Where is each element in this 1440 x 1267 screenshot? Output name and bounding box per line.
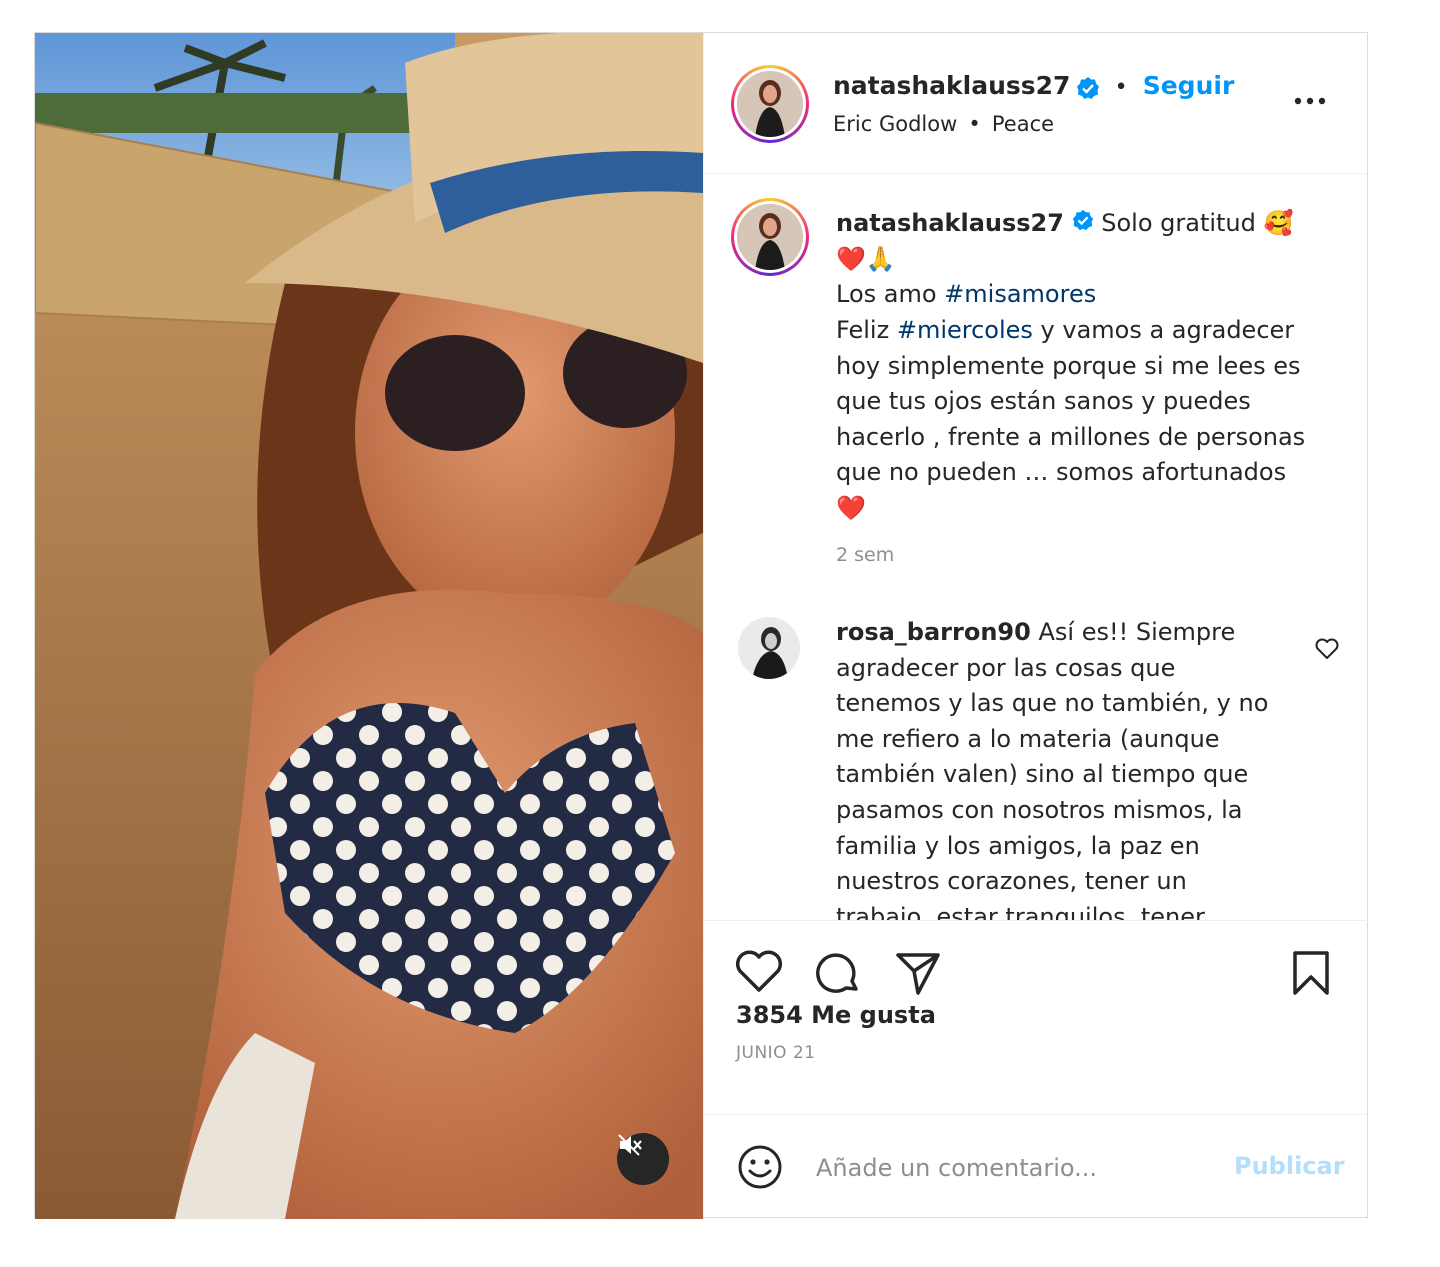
- emoji-smiley-icon[interactable]: [736, 1143, 784, 1191]
- post-details-panel: natashaklauss27 • Seguir Eric Godlow • P…: [703, 33, 1368, 1217]
- comments-scroll-area[interactable]: natashaklauss27 Solo gratitud 🥰 ❤️🙏 Los …: [704, 174, 1368, 920]
- comment-line: familia y los amigos, la paz en: [836, 831, 1200, 860]
- caption-username[interactable]: natashaklauss27: [836, 209, 1064, 237]
- share-send-icon[interactable]: [894, 949, 942, 997]
- avatar-photo: [738, 617, 800, 679]
- avatar-photo: [737, 71, 803, 137]
- author-avatar[interactable]: [731, 65, 809, 143]
- caption-author-avatar[interactable]: [731, 198, 809, 276]
- audio-separator: •: [968, 112, 981, 136]
- avatar-photo: [737, 204, 803, 270]
- add-comment-bar: Publicar: [704, 1114, 1368, 1218]
- commenter-avatar[interactable]: [738, 617, 800, 679]
- save-bookmark-icon[interactable]: [1290, 949, 1332, 997]
- comment-input[interactable]: [814, 1145, 1218, 1191]
- hashtag-link[interactable]: #misamores: [944, 280, 1096, 308]
- follow-button[interactable]: Seguir: [1143, 71, 1235, 100]
- caption-line: Feliz #miercoles y vamos a agradecer: [836, 315, 1295, 344]
- comment-line: me refiero a lo materia (aunque: [836, 724, 1220, 753]
- header-separator: •: [1114, 75, 1128, 100]
- caption-line: Los amo #misamores: [836, 280, 1097, 309]
- more-options-icon[interactable]: [1292, 91, 1328, 111]
- caption-line: que tus ojos están sanos y puedes: [836, 387, 1251, 416]
- caption-line: Solo gratitud 🥰: [1101, 209, 1294, 237]
- caption-line: hoy simplemente porque si me lees es: [836, 351, 1301, 380]
- post-caption: natashaklauss27 Solo gratitud 🥰 ❤️🙏 Los …: [836, 206, 1326, 527]
- post-media-video[interactable]: [35, 33, 703, 1219]
- comment-line: pasamos con nosotros mismos, la: [836, 795, 1243, 824]
- comment-like-heart-icon[interactable]: [1314, 637, 1340, 661]
- like-heart-icon[interactable]: [734, 949, 784, 995]
- author-username[interactable]: natashaklauss27: [833, 71, 1070, 100]
- hashtag-link[interactable]: #miercoles: [897, 316, 1033, 344]
- caption-line: ❤️: [836, 493, 866, 522]
- post-date[interactable]: JUNIO 21: [736, 1043, 816, 1063]
- post-photo: [35, 33, 703, 1219]
- like-count[interactable]: 3854 Me gusta: [736, 1001, 936, 1029]
- mute-button[interactable]: [617, 1133, 669, 1185]
- audio-artist[interactable]: Eric Godlow: [833, 112, 957, 136]
- post-header: natashaklauss27 • Seguir Eric Godlow • P…: [704, 33, 1368, 174]
- commenter-username[interactable]: rosa_barron90: [836, 618, 1031, 646]
- comment-body: rosa_barron90 Así es!! Siempre agradecer…: [836, 615, 1306, 920]
- comment-line: también valen) sino al tiempo que: [836, 760, 1249, 789]
- publish-button[interactable]: Publicar: [1234, 1152, 1345, 1180]
- audio-title[interactable]: Peace: [992, 112, 1054, 136]
- instagram-post: natashaklauss27 • Seguir Eric Godlow • P…: [34, 32, 1368, 1219]
- caption-line: que no pueden … somos afortunados: [836, 458, 1287, 487]
- comment-line: nuestros corazones, tener un: [836, 867, 1187, 896]
- comment-bubble-icon[interactable]: [814, 949, 862, 997]
- audio-info[interactable]: Eric Godlow • Peace: [833, 112, 1054, 136]
- caption-time[interactable]: 2 sem: [836, 544, 894, 566]
- comment-line: trabajo, estar tranquilos, tener: [836, 902, 1205, 920]
- speaker-muted-icon: [618, 1134, 642, 1156]
- comment-line: agradecer por las cosas que: [836, 653, 1176, 682]
- comment-line: tenemos y las que no también, y no: [836, 689, 1269, 718]
- post-actions: 3854 Me gusta JUNIO 21: [704, 920, 1368, 1115]
- verified-badge-icon: [1072, 206, 1094, 242]
- caption-line: hacerlo , frente a millones de personas: [836, 422, 1306, 451]
- caption-line: ❤️🙏: [836, 244, 896, 273]
- verified-badge-icon: [1076, 76, 1100, 104]
